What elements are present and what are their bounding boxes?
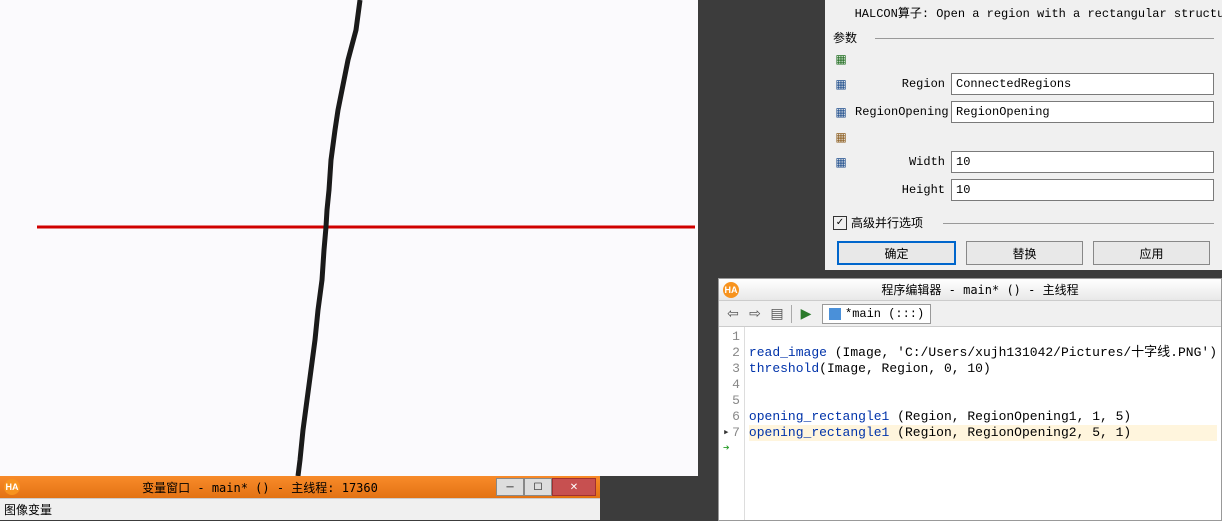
- editor-title-bar: HA 程序编辑器 - main* () - 主线程: [719, 279, 1221, 301]
- variable-title-bar[interactable]: HA 变量窗口 - main* () - 主线程: 17360 ─ ☐ ✕: [0, 476, 600, 498]
- image-viewer[interactable]: [0, 0, 698, 476]
- advanced-label: 高级并行选项: [851, 214, 923, 231]
- minimize-button[interactable]: ─: [496, 478, 524, 496]
- param-icon: ▦: [833, 154, 849, 170]
- apply-button[interactable]: 应用: [1093, 241, 1210, 265]
- button-row: 确定 替换 应用: [825, 235, 1222, 270]
- ok-button[interactable]: 确定: [837, 241, 956, 265]
- variable-title-text: 变量窗口 - main* () - 主线程: 17360: [24, 479, 496, 496]
- code-area[interactable]: 1234567➔▸ read_image (Image, 'C:/Users/x…: [719, 327, 1221, 520]
- param-row: ▦ RegionOpening: [825, 98, 1222, 126]
- param-row: ▦: [825, 126, 1222, 148]
- param-label: Width: [855, 155, 945, 169]
- editor-title-text: 程序编辑器 - main* () - 主线程: [743, 281, 1217, 298]
- line-gutter: 1234567➔▸: [719, 327, 745, 520]
- code-line[interactable]: [749, 329, 1217, 345]
- param-icon: ▦: [833, 129, 849, 145]
- code-body[interactable]: read_image (Image, 'C:/Users/xujh131042/…: [745, 327, 1221, 520]
- param-input-height[interactable]: [951, 179, 1214, 201]
- param-input-width[interactable]: [951, 151, 1214, 173]
- param-row: ▦ Width: [825, 148, 1222, 176]
- forward-button[interactable]: ⇨: [745, 304, 765, 324]
- param-input-regionopening[interactable]: [951, 101, 1214, 123]
- run-button[interactable]: ▶: [796, 304, 816, 324]
- list-button[interactable]: ▤: [767, 304, 787, 324]
- code-line[interactable]: [749, 393, 1217, 409]
- background-gap: [600, 476, 718, 521]
- param-icon: ▦: [833, 51, 849, 67]
- param-label: RegionOpening: [855, 105, 945, 119]
- maximize-button[interactable]: ☐: [524, 478, 552, 496]
- variable-window: HA 变量窗口 - main* () - 主线程: 17360 ─ ☐ ✕ 图像…: [0, 476, 600, 520]
- code-line[interactable]: opening_rectangle1 (Region, RegionOpenin…: [749, 425, 1217, 441]
- code-line[interactable]: opening_rectangle1 (Region, RegionOpenin…: [749, 409, 1217, 425]
- param-icon: ▦: [833, 76, 849, 92]
- advanced-parallel-row[interactable]: ✓ 高级并行选项: [825, 210, 1222, 235]
- param-label: Region: [855, 77, 945, 91]
- param-row: Height: [825, 176, 1222, 204]
- code-line[interactable]: threshold(Image, Region, 0, 10): [749, 361, 1217, 377]
- code-line[interactable]: read_image (Image, 'C:/Users/xujh131042/…: [749, 345, 1217, 361]
- params-section-label: 参数: [825, 27, 1222, 48]
- program-editor: HA 程序编辑器 - main* () - 主线程 ⇦ ⇨ ▤ ▶ *main …: [718, 278, 1222, 521]
- halcon-icon: HA: [4, 479, 20, 495]
- param-icon: ▦: [833, 104, 849, 120]
- code-line[interactable]: [749, 377, 1217, 393]
- main-tab[interactable]: *main (:::): [822, 304, 931, 324]
- param-input-region[interactable]: [951, 73, 1214, 95]
- param-icon: [833, 182, 849, 198]
- variable-tabs[interactable]: 图像变量: [0, 498, 600, 520]
- current-line-marker: ➔: [723, 441, 730, 455]
- param-row: ▦: [825, 48, 1222, 70]
- advanced-checkbox[interactable]: ✓: [833, 216, 847, 230]
- close-button[interactable]: ✕: [552, 478, 596, 496]
- replace-button[interactable]: 替换: [966, 241, 1083, 265]
- param-label: Height: [855, 183, 945, 197]
- document-icon: [829, 308, 841, 320]
- editor-toolbar: ⇦ ⇨ ▤ ▶ *main (:::): [719, 301, 1221, 327]
- operator-description: HALCON算子: Open a region with a rectangul…: [825, 0, 1222, 25]
- halcon-icon: HA: [723, 282, 739, 298]
- image-variable-tab[interactable]: 图像变量: [4, 503, 52, 517]
- back-button[interactable]: ⇦: [723, 304, 743, 324]
- operator-panel: HALCON算子: Open a region with a rectangul…: [825, 0, 1222, 270]
- param-row: ▦ Region: [825, 70, 1222, 98]
- breakpoint-marker: ▸: [723, 425, 730, 439]
